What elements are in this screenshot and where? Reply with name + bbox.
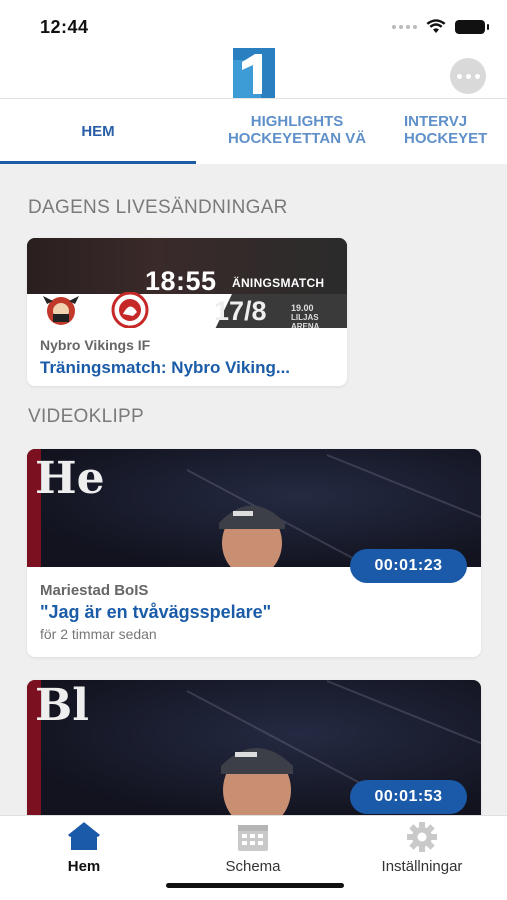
- hockeyettan-logo-icon: [233, 48, 275, 98]
- status-icons: [392, 19, 489, 34]
- video-card-org: Mariestad BoIS: [40, 582, 149, 599]
- live-card-org: Nybro Vikings IF: [40, 337, 151, 353]
- nav-schema-label: Schema: [225, 858, 281, 875]
- video-card-meta: för 2 timmar sedan: [40, 626, 157, 642]
- player-photo: [221, 748, 293, 815]
- nav-hem[interactable]: Hem: [19, 822, 149, 875]
- battery-icon: [455, 19, 489, 34]
- video-thumb-letters: Bl: [35, 680, 89, 731]
- home-icon: [68, 822, 100, 850]
- live-thumb-time: 18:55: [145, 266, 217, 296]
- video-duration-badge: 00:01:23: [350, 549, 467, 583]
- video-thumb-letters: He: [35, 453, 105, 504]
- live-card[interactable]: 18:55 ÄNINGSMATCH 17/8 19.00 LILJAS AREN…: [27, 238, 347, 386]
- nybro-vikings-crest-icon: [43, 296, 79, 325]
- gear-icon: [407, 822, 437, 852]
- tab-highlights-label: HIGHLIGHTS HOCKEYETTAN VÄ: [227, 113, 367, 147]
- video-duration-badge: 00:01:53: [350, 780, 467, 814]
- tab-hem-label: HEM: [81, 123, 115, 140]
- tab-active-indicator: [0, 161, 196, 164]
- live-card-title: Träningsmatch: Nybro Viking...: [40, 358, 291, 377]
- tab-highlights[interactable]: HIGHLIGHTS HOCKEYETTAN VÄ: [208, 99, 386, 164]
- calendar-icon: [238, 825, 268, 851]
- live-thumbnail: 18:55 ÄNINGSMATCH 17/8 19.00 LILJAS AREN…: [27, 238, 347, 328]
- home-indicator: [166, 883, 344, 888]
- tab-hem[interactable]: HEM: [0, 99, 196, 164]
- nav-installningar[interactable]: Inställningar: [357, 822, 487, 875]
- tab-intervjuer-label: INTERVJ HOCKEYET: [404, 113, 488, 147]
- live-section-title: DAGENS LIVESÄNDNINGAR: [28, 197, 288, 218]
- live-thumb-venue-block: 19.00 LILJAS ARENA: [291, 303, 347, 329]
- more-dots-icon[interactable]: [450, 58, 486, 94]
- status-bar: 12:44: [0, 0, 507, 44]
- video-card[interactable]: He 00:01:23 Mariestad BoIS "Jag är en tv…: [27, 449, 481, 657]
- live-thumb-venue: LILJAS ARENA: [291, 313, 320, 328]
- tab-intervjuer[interactable]: INTERVJ HOCKEYET: [404, 99, 507, 164]
- live-thumb-tag: ÄNINGSMATCH: [232, 276, 325, 290]
- live-thumb-date: 17/8: [214, 296, 267, 326]
- app-header: [0, 44, 507, 99]
- video-section-title: VIDEOKLIPP: [28, 406, 144, 427]
- signal-icon: [392, 24, 417, 29]
- tab-bar: HEM HIGHLIGHTS HOCKEYETTAN VÄ INTERVJ HO…: [0, 99, 507, 164]
- nav-installningar-label: Inställningar: [381, 858, 463, 875]
- video-card[interactable]: Bl 00:01:53: [27, 680, 481, 815]
- live-thumb-venue-time: 19.00: [291, 303, 314, 313]
- video-card-title: "Jag är en tvåvägsspelare": [40, 602, 272, 622]
- opponent-crest-icon: [111, 292, 149, 328]
- wifi-icon: [426, 19, 446, 33]
- nav-hem-label: Hem: [67, 858, 101, 875]
- player-photo: [219, 505, 285, 567]
- status-time: 12:44: [40, 17, 89, 37]
- nav-schema[interactable]: Schema: [188, 822, 318, 875]
